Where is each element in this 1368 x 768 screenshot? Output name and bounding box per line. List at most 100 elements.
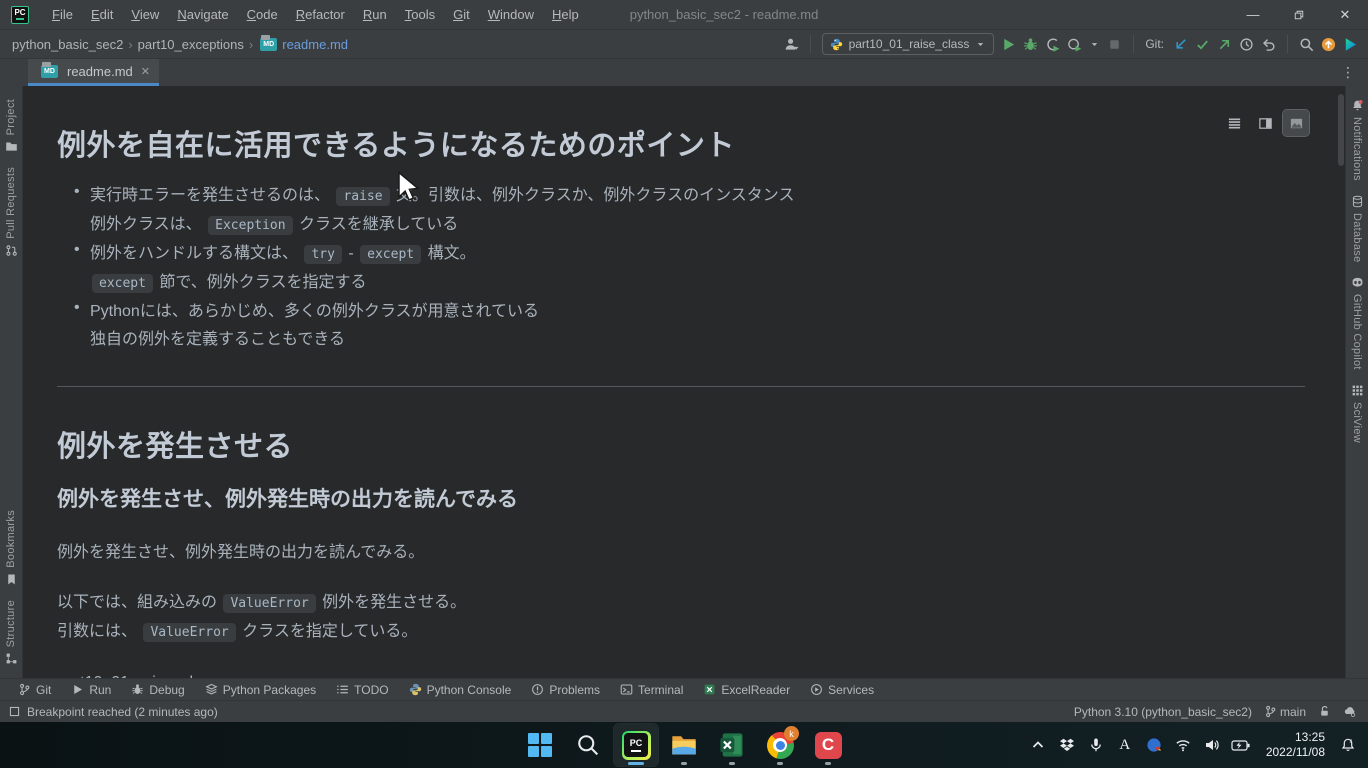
tool-window-label: Run bbox=[89, 683, 111, 697]
coverage-button[interactable] bbox=[1067, 37, 1082, 52]
windows-start-button[interactable] bbox=[518, 724, 562, 766]
tool-strip-notifications[interactable]: Notifications bbox=[1351, 92, 1364, 188]
tool-strip-github-copilot[interactable]: GitHub Copilot bbox=[1351, 269, 1364, 377]
tool-window-problems[interactable]: Problems bbox=[521, 679, 610, 700]
cloud-settings-icon[interactable] bbox=[1343, 705, 1356, 718]
tool-window-python-packages[interactable]: Python Packages bbox=[195, 679, 326, 700]
close-button[interactable]: ✕ bbox=[1322, 0, 1368, 29]
tool-window-label: Git bbox=[36, 683, 51, 697]
file-explorer-app[interactable] bbox=[662, 724, 706, 766]
running-indicator bbox=[628, 762, 644, 765]
breadcrumb-item[interactable]: python_basic_sec2 bbox=[10, 37, 125, 52]
history-button[interactable] bbox=[1239, 37, 1254, 52]
left-tool-strip: ProjectPull Requests BookmarksStructure bbox=[0, 86, 23, 678]
list-line: 例外をハンドルする構文は、 try - except 構文。 bbox=[90, 240, 1305, 269]
stop-button[interactable] bbox=[1107, 37, 1122, 52]
menu-refactor[interactable]: Refactor bbox=[287, 0, 354, 29]
view-split-button[interactable] bbox=[1252, 110, 1278, 136]
battery-icon[interactable] bbox=[1231, 735, 1251, 755]
dropbox-icon[interactable] bbox=[1057, 735, 1077, 755]
code-with-me-icon[interactable] bbox=[1343, 37, 1358, 52]
status-message[interactable]: Breakpoint reached (2 minutes ago) bbox=[8, 705, 218, 719]
taskbar-search-button[interactable] bbox=[566, 724, 610, 766]
paragraph-line: 例外を発生させ、例外発生時の出力を読んでみる。 bbox=[57, 539, 1305, 567]
restore-button[interactable] bbox=[1276, 0, 1322, 29]
menu-run[interactable]: Run bbox=[354, 0, 396, 29]
tab-close-icon[interactable]: ✕ bbox=[141, 65, 150, 78]
menu-help[interactable]: Help bbox=[543, 0, 588, 29]
app-orb-icon[interactable] bbox=[1144, 735, 1164, 755]
volume-icon[interactable] bbox=[1202, 735, 1222, 755]
editor-scrollbar[interactable] bbox=[1338, 94, 1344, 166]
profile-button[interactable] bbox=[1045, 37, 1060, 52]
wifi-icon[interactable] bbox=[1173, 735, 1193, 755]
menu-code[interactable]: Code bbox=[238, 0, 287, 29]
minimize-button[interactable]: — bbox=[1230, 0, 1276, 29]
tool-window-services[interactable]: Services bbox=[800, 679, 884, 700]
menu-tools[interactable]: Tools bbox=[396, 0, 444, 29]
text-run: - bbox=[344, 245, 358, 262]
text-run: part10_01_raise_class.py bbox=[57, 674, 239, 678]
tab-readme-md[interactable]: MD readme.md ✕ bbox=[28, 59, 159, 86]
search-everywhere-icon[interactable] bbox=[1299, 37, 1314, 52]
problems-icon bbox=[531, 683, 544, 696]
menu-view[interactable]: View bbox=[122, 0, 168, 29]
tool-strip-project[interactable]: Project bbox=[5, 92, 18, 160]
run-button[interactable] bbox=[1001, 37, 1016, 52]
breadcrumb-item[interactable]: readme.md bbox=[280, 37, 350, 52]
tool-window-debug[interactable]: Debug bbox=[121, 679, 194, 700]
view-editor-only-button[interactable] bbox=[1221, 110, 1247, 136]
git-push-button[interactable] bbox=[1217, 37, 1232, 52]
view-preview-only-button[interactable] bbox=[1283, 110, 1309, 136]
lock-icon[interactable] bbox=[1318, 705, 1331, 718]
microphone-icon[interactable] bbox=[1086, 735, 1106, 755]
tool-window-python-console[interactable]: Python Console bbox=[399, 679, 522, 700]
tray-overflow-chevron-icon[interactable] bbox=[1028, 735, 1048, 755]
git-commit-button[interactable] bbox=[1195, 37, 1210, 52]
tool-strip-label: Notifications bbox=[1351, 117, 1363, 181]
tool-window-excelreader[interactable]: ExcelReader bbox=[693, 679, 800, 700]
menu-navigate[interactable]: Navigate bbox=[168, 0, 237, 29]
editor-tab-bar: MD readme.md ✕ ⋮ bbox=[0, 58, 1368, 86]
menu-file[interactable]: File bbox=[43, 0, 82, 29]
breadcrumb-item[interactable]: part10_exceptions bbox=[136, 37, 246, 52]
ime-mode-indicator[interactable]: A bbox=[1115, 735, 1135, 755]
tool-strip-sciview[interactable]: SciView bbox=[1351, 377, 1364, 450]
tool-strip-bookmarks[interactable]: Bookmarks bbox=[5, 503, 18, 593]
text-run: 独自の例外を定義することもできる bbox=[90, 331, 345, 348]
tool-window-git[interactable]: Git bbox=[8, 679, 61, 700]
run-configuration-select[interactable]: part10_01_raise_class bbox=[822, 33, 995, 55]
notifications-bell-icon[interactable]: z bbox=[1338, 735, 1358, 755]
chrome-app[interactable]: k bbox=[758, 724, 802, 766]
tool-strip-database[interactable]: Database bbox=[1351, 188, 1364, 270]
toolbar-separator bbox=[1287, 35, 1288, 53]
update-available-icon[interactable] bbox=[1321, 37, 1336, 52]
pycharm-app[interactable]: PC bbox=[614, 724, 658, 766]
git-update-button[interactable] bbox=[1173, 37, 1188, 52]
run-options-chevron-icon[interactable] bbox=[1089, 39, 1100, 50]
tool-window-label: Python Packages bbox=[223, 683, 316, 697]
tool-window-terminal[interactable]: Terminal bbox=[610, 679, 693, 700]
services-icon bbox=[810, 683, 823, 696]
inline-code: try bbox=[304, 245, 341, 264]
taskbar-clock[interactable]: 13:25 2022/11/08 bbox=[1266, 730, 1325, 760]
list-line: 実行時エラーを発生させるのは、 raise 文。引数は、例外クラスか、例外クラス… bbox=[90, 182, 1305, 211]
python-interpreter-widget[interactable]: Python 3.10 (python_basic_sec2) bbox=[1074, 705, 1252, 719]
user-account-icon[interactable] bbox=[784, 37, 799, 52]
tab-options-more-icon[interactable]: ⋮ bbox=[1328, 59, 1368, 86]
git-branch-widget[interactable]: main bbox=[1264, 705, 1306, 719]
excel-app[interactable] bbox=[710, 724, 754, 766]
markdown-view-modes bbox=[1221, 110, 1309, 136]
tool-strip-pull-requests[interactable]: Pull Requests bbox=[5, 160, 18, 264]
menu-git[interactable]: Git bbox=[444, 0, 479, 29]
rollback-button[interactable] bbox=[1261, 37, 1276, 52]
markdown-editor-preview: 例外を自在に活用できるようになるためのポイント実行時エラーを発生させるのは、 r… bbox=[23, 86, 1345, 678]
list-line: 独自の例外を定義することもできる bbox=[90, 326, 1305, 354]
menu-edit[interactable]: Edit bbox=[82, 0, 122, 29]
tool-strip-structure[interactable]: Structure bbox=[5, 593, 18, 672]
debug-button[interactable] bbox=[1023, 37, 1038, 52]
tool-window-todo[interactable]: TODO bbox=[326, 679, 398, 700]
tool-window-run[interactable]: Run bbox=[61, 679, 121, 700]
camtasia-app[interactable]: C bbox=[806, 724, 850, 766]
menu-window[interactable]: Window bbox=[479, 0, 543, 29]
